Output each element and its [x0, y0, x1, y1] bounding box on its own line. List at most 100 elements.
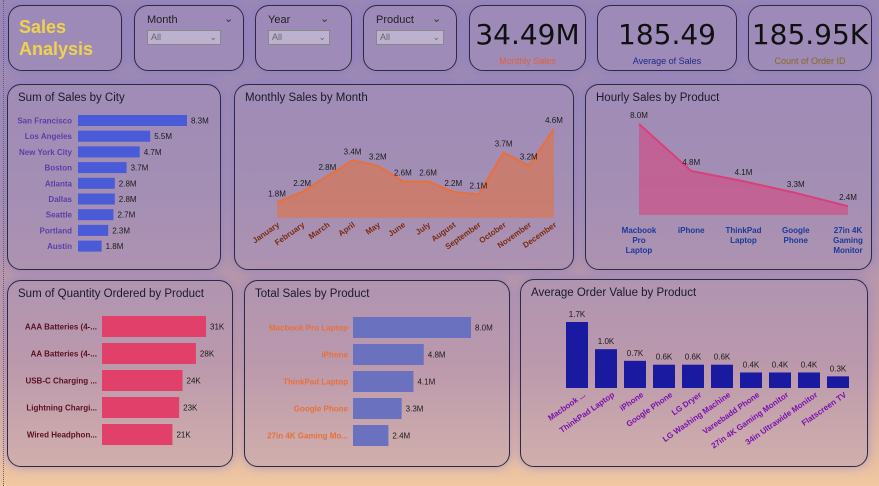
category-label: Macbook Pro Laptop: [269, 324, 348, 333]
bar: [740, 372, 762, 388]
bar: [827, 376, 849, 388]
data-label: 28K: [200, 350, 215, 359]
kpi-label: Count of Order ID: [774, 56, 846, 66]
total-sales-by-product-card: Total Sales by Product Macbook Pro Lapto…: [244, 280, 510, 467]
dashboard-title: Sales Analysis: [19, 17, 94, 59]
bar: [102, 397, 180, 418]
dropdown-arrow-icon: ⌄: [432, 32, 440, 42]
kpi-order-count: 185.95K Count of Order ID: [748, 5, 872, 71]
category-label: San Francisco: [17, 117, 72, 126]
hourly-sales-chart: 8.0MMacbookProLaptop4.8MiPhone4.1MThinkP…: [622, 111, 863, 255]
year-slicer[interactable]: Year ⌄ All ⌄: [255, 5, 352, 71]
bar: [78, 130, 151, 142]
quantity-by-product-chart: AAA Batteries (4-... 31K AA Batteries (4-.…: [25, 316, 225, 445]
data-label: 0.4K: [743, 360, 760, 369]
category-label: Wired Headphon...: [27, 431, 97, 440]
data-label: 1.0K: [598, 337, 615, 346]
bar: [102, 316, 206, 337]
category-label: Monitor: [833, 246, 862, 255]
category-label: 27in 4K Gaming Mo...: [267, 432, 348, 441]
avg-order-value-chart: 1.7KMacbook ...1.0KThinkPad Laptop0.7KiP…: [546, 310, 849, 450]
category-label: Boston: [44, 164, 72, 173]
data-label: 0.7K: [627, 349, 644, 358]
dropdown-arrow-icon: ⌄: [318, 32, 326, 42]
category-label: New York City: [19, 148, 73, 157]
category-label: USB-C Charging ...: [25, 377, 97, 386]
bar: [353, 425, 389, 446]
category-label: May: [364, 220, 382, 237]
product-slicer[interactable]: Product ⌄ All ⌄: [363, 5, 457, 71]
bar: [595, 349, 617, 388]
kpi-label: Average of Sales: [632, 56, 702, 66]
chevron-down-icon[interactable]: ⌄: [432, 12, 441, 25]
bar: [78, 240, 102, 252]
bar: [353, 398, 402, 419]
chevron-down-icon[interactable]: ⌄: [320, 12, 329, 25]
data-label: 2.2M: [293, 179, 311, 188]
category-label: Seattle: [46, 211, 73, 220]
bar: [353, 317, 471, 338]
data-label: 5.5M: [154, 132, 172, 141]
quantity-by-product-card: Sum of Quantity Ordered by Product AAA B…: [7, 280, 233, 467]
bar: [78, 115, 187, 126]
bar: [566, 322, 588, 388]
bar: [78, 209, 114, 221]
data-label: 23K: [183, 404, 198, 413]
left-guide-line: [3, 0, 4, 486]
category-label: Laptop: [626, 246, 653, 255]
chevron-down-icon[interactable]: ⌄: [224, 12, 233, 25]
data-label: 0.3K: [830, 364, 847, 373]
category-label: Los Angeles: [25, 132, 73, 141]
kpi-average-sales: 185.49 Average of Sales: [597, 5, 737, 71]
data-label: 3.7M: [131, 164, 149, 173]
data-label: 2.2M: [444, 179, 462, 188]
bar: [78, 162, 127, 174]
bar: [78, 224, 109, 236]
data-label: 2.6M: [394, 168, 412, 177]
data-label: 1.7K: [569, 310, 586, 319]
sales-by-city-card: Sum of Sales by City San Francisco 8.3M Lo…: [7, 84, 221, 270]
bar: [102, 343, 196, 364]
data-label: 3.7M: [495, 140, 513, 149]
category-label: April: [337, 220, 357, 238]
category-label: Laptop: [730, 236, 757, 245]
category-label: Gaming: [833, 236, 863, 245]
category-label: 27in 4K: [834, 226, 863, 235]
month-slicer-label: Month: [147, 14, 178, 26]
category-label: iPhone: [321, 351, 348, 360]
data-label: 2.8M: [119, 195, 137, 204]
data-label: 8.0M: [475, 324, 493, 333]
data-label: 0.4K: [801, 360, 818, 369]
category-label: iPhone: [678, 226, 705, 235]
hourly-sales-card: Hourly Sales by Product 8.0M Macbook Pro La…: [585, 84, 872, 270]
data-label: 3.3M: [787, 180, 805, 189]
bar: [78, 146, 140, 158]
bar: [798, 372, 820, 388]
year-select[interactable]: All ⌄: [268, 30, 330, 45]
category-label: AAA Batteries (4-...: [25, 323, 97, 332]
year-slicer-label: Year: [268, 14, 291, 26]
product-select[interactable]: All ⌄: [376, 30, 444, 45]
bar: [682, 364, 704, 388]
bar: [769, 372, 791, 388]
data-label: 8.0M: [630, 111, 648, 120]
bar: [624, 360, 646, 388]
category-label: Portland: [40, 226, 73, 235]
data-label: 2.7M: [117, 211, 135, 220]
dropdown-arrow-icon: ⌄: [209, 32, 217, 42]
data-label: 2.4M: [839, 193, 857, 202]
month-slicer[interactable]: Month ⌄ All ⌄: [134, 5, 244, 71]
category-label: ThinkPad: [725, 226, 761, 235]
category-label: Dallas: [48, 195, 72, 204]
bar: [711, 364, 733, 388]
data-label: 0.4K: [772, 360, 789, 369]
category-label: Google: [782, 226, 810, 235]
avg-order-value-card: Average Order Value by Product 1.7K Macbo…: [520, 279, 868, 467]
bar: [653, 364, 675, 388]
data-label: 4.1M: [417, 378, 435, 387]
category-label: Atlanta: [45, 179, 73, 188]
data-label: 3.2M: [369, 153, 387, 162]
kpi-value: 185.49: [618, 18, 716, 51]
category-label: Pro: [632, 236, 645, 245]
month-select[interactable]: All ⌄: [147, 30, 221, 45]
